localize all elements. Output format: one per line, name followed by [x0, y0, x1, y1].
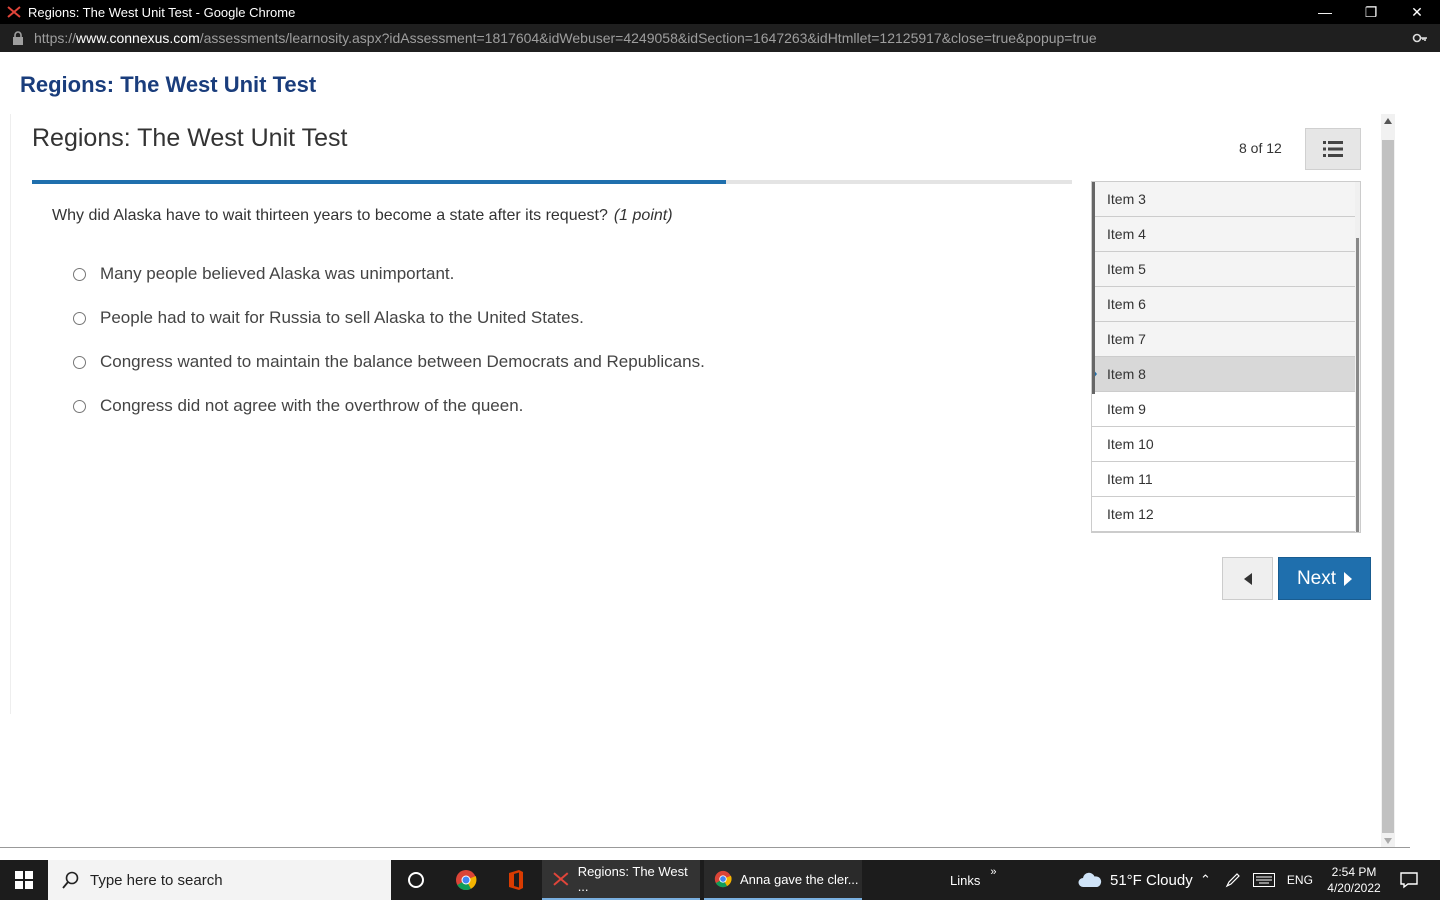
address-bar[interactable]: https://www.connexus.com/assessments/lea…	[0, 24, 1440, 52]
scroll-up-arrow-icon[interactable]	[1384, 118, 1392, 124]
previous-button[interactable]	[1222, 557, 1273, 600]
clock-date: 4/20/2022	[1327, 881, 1381, 895]
next-button[interactable]: Next	[1278, 557, 1371, 600]
question-text: Why did Alaska have to wait thirteen yea…	[52, 207, 673, 225]
answer-option[interactable]: People had to wait for Russia to sell Al…	[73, 296, 705, 340]
divider	[0, 847, 1410, 848]
chrome-icon	[456, 870, 477, 891]
links-label: Links	[950, 872, 981, 888]
item-8-link[interactable]: Item 8	[1092, 357, 1356, 392]
answer-option[interactable]: Congress did not agree with the overthro…	[73, 384, 705, 428]
connexus-icon	[553, 872, 569, 886]
item-list-scroll-thumb[interactable]	[1356, 238, 1359, 532]
links-toolbar[interactable]: Links »	[950, 860, 996, 900]
taskbar-search-box[interactable]: Type here to search	[48, 860, 391, 900]
item-11-link[interactable]: Item 11	[1092, 462, 1356, 497]
notification-icon	[1400, 872, 1418, 889]
item-9-link[interactable]: Item 9	[1092, 392, 1356, 427]
page-scrollbar[interactable]	[1381, 114, 1395, 848]
list-icon	[1323, 141, 1343, 157]
radio-button[interactable]	[73, 399, 86, 413]
scroll-down-arrow-icon[interactable]	[1384, 838, 1392, 844]
item-navigation-panel: Item 3 Item 4 Item 5 Item 6 Item 7 Item …	[1091, 181, 1361, 533]
task-view-button[interactable]	[398, 860, 434, 900]
test-title: Regions: The West Unit Test	[32, 124, 348, 152]
item-10-link[interactable]: Item 10	[1092, 427, 1356, 462]
keyboard-icon[interactable]	[1252, 873, 1275, 887]
progress-fill	[32, 180, 726, 184]
answer-options: Many people believed Alaska was unimport…	[73, 252, 705, 428]
url-host: www.connexus.com	[76, 30, 200, 46]
radio-button[interactable]	[73, 311, 86, 325]
next-button-label: Next	[1296, 567, 1337, 589]
weather-text: 51°F Cloudy	[1110, 871, 1193, 889]
item-5-link[interactable]: Item 5	[1092, 252, 1356, 287]
progress-bar	[32, 180, 1072, 184]
answer-option[interactable]: Many people believed Alaska was unimport…	[73, 252, 705, 296]
system-tray: ⌃ ENG	[1200, 860, 1313, 900]
assessment-frame: Regions: The West Unit Test Why did Alas…	[10, 114, 1380, 714]
option-label[interactable]: People had to wait for Russia to sell Al…	[100, 308, 584, 328]
notification-center-button[interactable]	[1394, 860, 1424, 900]
option-label[interactable]: Congress did not agree with the overthro…	[100, 396, 523, 416]
question-points: (1 point)	[613, 207, 673, 224]
page-scroll-thumb[interactable]	[1382, 140, 1394, 833]
item-3-link[interactable]: Item 3	[1092, 182, 1356, 217]
office-taskbar-icon[interactable]	[498, 860, 534, 900]
item-4-link[interactable]: Item 4	[1092, 217, 1356, 252]
clock-time: 2:54 PM	[1331, 865, 1377, 879]
radio-button[interactable]	[73, 267, 86, 281]
chrome-icon	[714, 870, 732, 888]
chevron-up-icon[interactable]: ⌃	[1200, 872, 1211, 888]
start-button[interactable]	[0, 860, 48, 900]
url-path: /assessments/learnosity.aspx?idAssessmen…	[199, 30, 1097, 46]
cloud-icon	[1078, 872, 1102, 887]
window-titlebar: Regions: The West Unit Test - Google Chr…	[0, 0, 1440, 24]
item-12-link[interactable]: Item 12	[1092, 497, 1356, 532]
taskbar-app-connexus[interactable]: Regions: The West ...	[542, 860, 700, 900]
chevron-right-icon: »	[990, 866, 997, 878]
url-prefix: https://	[34, 30, 77, 46]
item-6-link[interactable]: Item 6	[1092, 287, 1356, 322]
option-label[interactable]: Many people believed Alaska was unimport…	[100, 264, 454, 284]
lock-icon	[13, 31, 23, 45]
item-list-scrollbar[interactable]	[1355, 182, 1360, 532]
search-icon	[62, 871, 79, 889]
restore-button[interactable]: ❐	[1348, 0, 1394, 24]
windows-logo-icon	[15, 871, 33, 889]
option-label[interactable]: Congress wanted to maintain the balance …	[100, 352, 705, 372]
brand-title: Regions: The West Unit Test	[20, 72, 317, 97]
triangle-left-icon	[1243, 572, 1252, 585]
clock[interactable]: 2:54 PM 4/20/2022	[1322, 860, 1386, 900]
chrome-taskbar-icon[interactable]	[448, 860, 484, 900]
radio-button[interactable]	[73, 355, 86, 369]
close-button[interactable]: ✕	[1394, 0, 1440, 24]
key-icon[interactable]	[1412, 30, 1428, 46]
minimize-button[interactable]: —	[1302, 0, 1348, 24]
window-title: Regions: The West Unit Test - Google Chr…	[28, 4, 296, 20]
answer-option[interactable]: Congress wanted to maintain the balance …	[73, 340, 705, 384]
item-7-link[interactable]: Item 7	[1092, 322, 1356, 357]
taskbar-app-label: Anna gave the cler...	[740, 871, 859, 887]
question-prompt: Why did Alaska have to wait thirteen yea…	[52, 207, 608, 224]
visited-indicator	[1092, 182, 1095, 394]
triangle-right-icon	[1344, 571, 1353, 586]
weather-widget[interactable]: 51°F Cloudy	[1078, 860, 1193, 900]
connexus-icon	[7, 6, 21, 18]
search-placeholder: Type here to search	[90, 871, 223, 889]
cortana-circle-icon	[408, 872, 424, 888]
item-list: Item 3 Item 4 Item 5 Item 6 Item 7 Item …	[1092, 182, 1356, 532]
page-content: Regions: The West Unit Test Regions: The…	[0, 52, 1440, 848]
office-icon	[509, 870, 523, 890]
pen-icon[interactable]	[1225, 872, 1241, 888]
windows-taskbar: Type here to search Regions: The West ..…	[0, 860, 1440, 900]
taskbar-app-label: Regions: The West ...	[577, 864, 688, 894]
item-list-toggle-button[interactable]	[1305, 128, 1361, 170]
item-counter: 8 of 12	[1239, 140, 1282, 156]
language-indicator[interactable]: ENG	[1287, 873, 1313, 887]
taskbar-app-chrome[interactable]: Anna gave the cler...	[704, 860, 862, 900]
